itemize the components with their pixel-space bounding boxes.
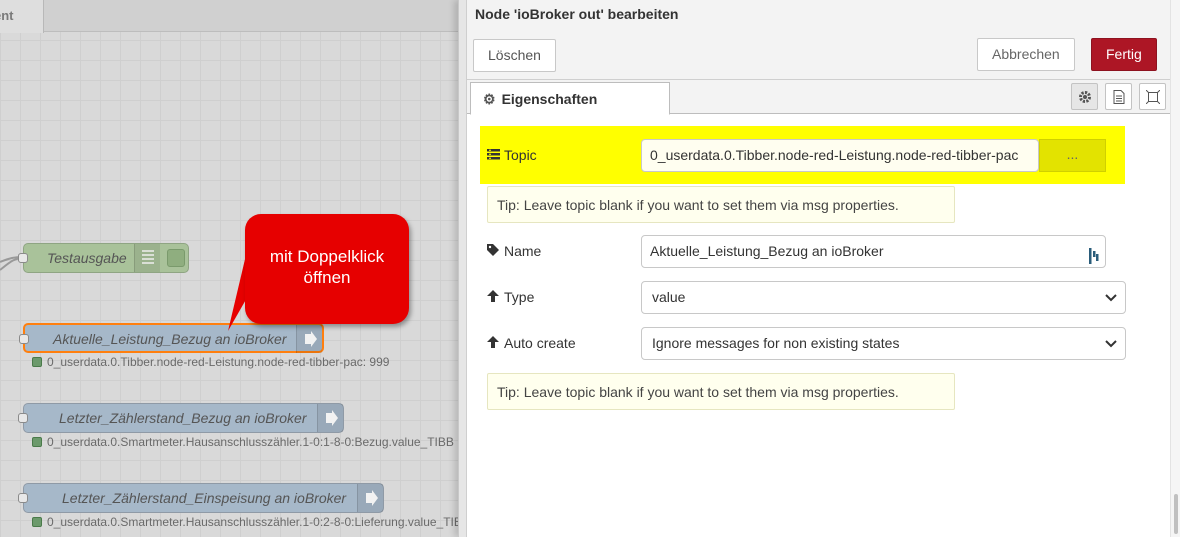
arrow-up-icon [487, 289, 501, 305]
edit-tray: Node 'ioBroker out' bearbeiten Löschen A… [458, 0, 1180, 537]
arrow-right-icon [357, 484, 383, 512]
tray-scrollbar[interactable] [1170, 0, 1180, 537]
tab-label: Eigenschaften [501, 91, 598, 107]
autocreate-label-text: Auto create [504, 335, 576, 351]
name-input[interactable]: Aktuelle_Leistung_Bezug an ioBroker [641, 235, 1106, 268]
topic-label-text: Topic [504, 147, 537, 163]
input-port[interactable] [18, 253, 28, 263]
status-text: 0_userdata.0.Smartmeter.Hausanschlusszäh… [47, 515, 462, 529]
scroll-thumb[interactable] [1174, 494, 1178, 534]
node-status: 0_userdata.0.Tibber.node-red-Leistung.no… [32, 355, 389, 369]
tray-title: Node 'ioBroker out' bearbeiten [475, 6, 679, 22]
input-port[interactable] [18, 493, 28, 503]
node-label: Letzter_Zählerstand_Bezug an ioBroker [59, 410, 307, 426]
topic-browse-button[interactable]: ... [1039, 139, 1106, 172]
properties-form: Topic 0_userdata.0.Tibber.node-red-Leist… [467, 115, 1170, 537]
node-zaehlerstand-einspeisung[interactable]: Letzter_Zählerstand_Einspeisung an ioBro… [18, 483, 384, 513]
debug-list-icon [134, 244, 160, 272]
debug-toggle-button[interactable] [167, 249, 185, 267]
gear-icon: ⚙ [483, 91, 496, 107]
frame-icon [1146, 90, 1160, 104]
arrow-right-icon [296, 325, 322, 353]
tab-properties[interactable]: ⚙ Eigenschaften [470, 82, 670, 115]
arrow-right-icon [317, 404, 343, 432]
tip-box: Tip: Leave topic blank if you want to se… [487, 186, 955, 223]
tray-resize-handle[interactable] [459, 0, 467, 537]
status-dot [32, 437, 42, 447]
name-label-text: Name [504, 243, 542, 259]
input-port[interactable] [19, 334, 29, 344]
status-text: 0_userdata.0.Tibber.node-red-Leistung.no… [47, 355, 390, 369]
input-port[interactable] [18, 413, 28, 423]
done-button[interactable]: Fertig [1091, 38, 1157, 71]
tab-appearance[interactable] [1139, 83, 1166, 110]
status-dot [32, 357, 42, 367]
autocreate-select[interactable]: Ignore messages for non existing states [641, 327, 1126, 360]
tray-header: Node 'ioBroker out' bearbeiten Löschen A… [467, 0, 1170, 80]
callout-line-1: mit Doppelklick [269, 247, 385, 266]
type-label: Type [487, 289, 534, 305]
name-label: Name [487, 243, 541, 259]
tab-description[interactable] [1105, 83, 1132, 110]
extension-icon[interactable] [1089, 244, 1099, 267]
node-label: Testausgabe [47, 250, 127, 266]
tag-icon [487, 243, 501, 259]
chevron-down-icon [1105, 294, 1117, 302]
flow-tab-bar: ent [0, 0, 466, 33]
topic-label: Topic [487, 147, 537, 163]
cancel-button[interactable]: Abbrechen [977, 38, 1075, 71]
flow-workspace[interactable]: ent Testausgabe Aktuelle_Leistung_Bezug … [0, 0, 466, 537]
node-testausgabe[interactable]: Testausgabe [18, 243, 189, 273]
callout-line-2: öffnen [303, 268, 351, 287]
tasks-icon [487, 147, 501, 163]
status-dot [32, 517, 42, 527]
node-zaehlerstand-bezug[interactable]: Letzter_Zählerstand_Bezug an ioBroker [18, 403, 344, 433]
node-label: Letzter_Zählerstand_Einspeisung an ioBro… [62, 490, 347, 506]
topic-input[interactable]: 0_userdata.0.Tibber.node-red-Leistung.no… [641, 139, 1039, 172]
autocreate-label: Auto create [487, 335, 576, 351]
node-aktuelle-leistung[interactable]: Aktuelle_Leistung_Bezug an ioBroker [19, 323, 324, 353]
chevron-down-icon [1105, 340, 1117, 348]
autocreate-select-value: Ignore messages for non existing states [652, 335, 900, 351]
annotation-callout: mit Doppelklick öffnen [245, 214, 409, 324]
status-text: 0_userdata.0.Smartmeter.Hausanschlusszäh… [47, 435, 454, 449]
tip-box: Tip: Leave topic blank if you want to se… [487, 373, 955, 410]
document-icon [1113, 90, 1125, 104]
type-label-text: Type [504, 289, 535, 305]
gear-icon [1079, 91, 1091, 103]
type-select[interactable]: value [641, 281, 1126, 314]
tab-settings-gear[interactable] [1071, 83, 1098, 110]
tray-tab-bar: ⚙ Eigenschaften [467, 80, 1170, 115]
name-input-value: Aktuelle_Leistung_Bezug an ioBroker [650, 243, 884, 259]
arrow-up-icon [487, 335, 501, 351]
node-status: 0_userdata.0.Smartmeter.Hausanschlusszäh… [32, 515, 462, 529]
type-select-value: value [652, 289, 686, 305]
delete-button[interactable]: Löschen [473, 39, 556, 72]
node-status: 0_userdata.0.Smartmeter.Hausanschlusszäh… [32, 435, 454, 449]
